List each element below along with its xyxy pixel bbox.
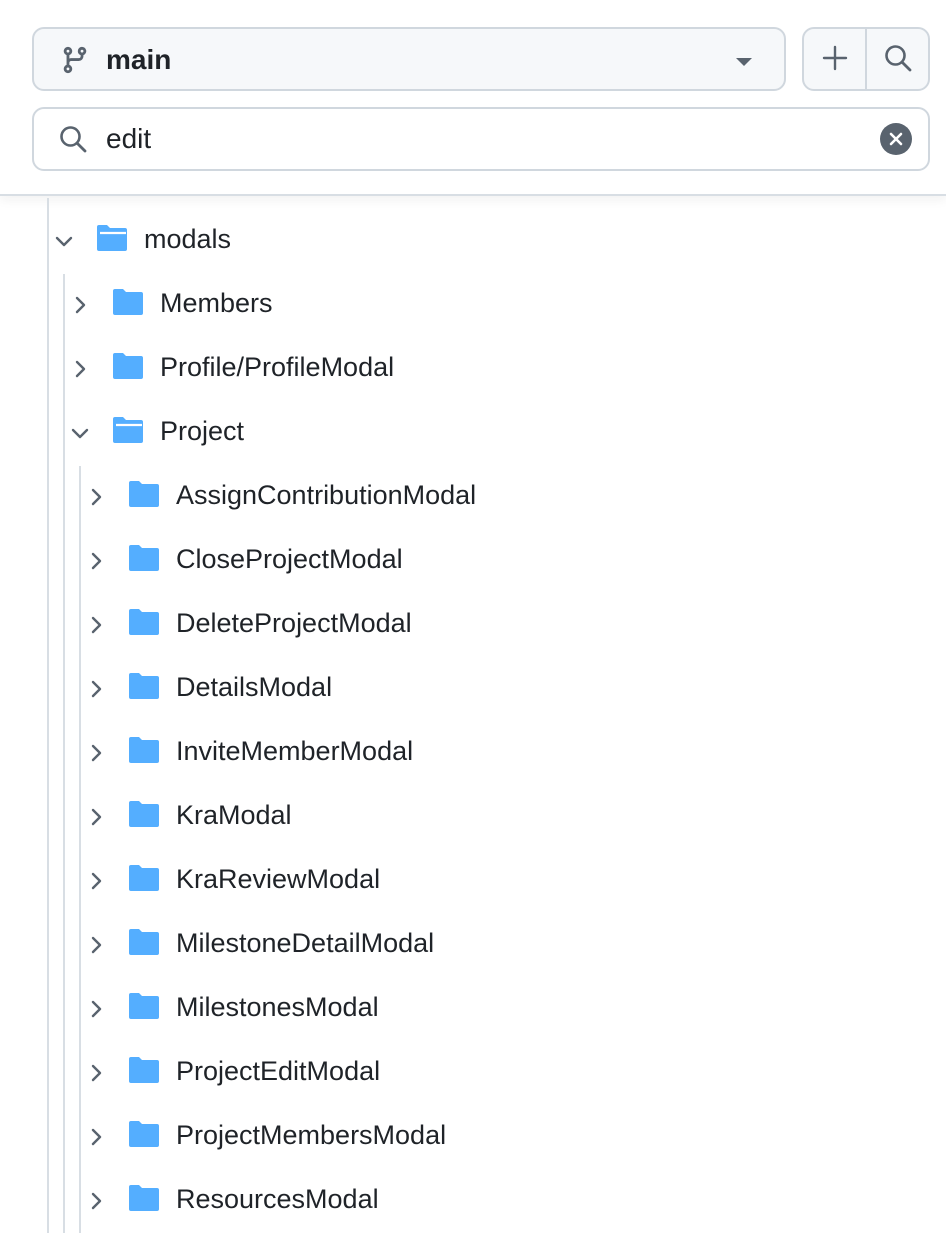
tree-item-resources-modal[interactable]: ResourcesModal [0,1169,946,1233]
tree-item-label: MilestoneDetailModal [176,928,435,958]
chevron-right-icon [91,872,102,890]
folder-open-icon [113,417,143,443]
file-filter-input[interactable] [106,119,866,159]
add-file-button[interactable] [804,29,867,89]
tree-item-assign-contribution-modal[interactable]: AssignContributionModal [0,465,946,529]
folder-icon [129,673,159,699]
tree-item-label: ProjectEditModal [176,1056,381,1086]
tree-item-project[interactable]: Project [0,401,946,465]
search-code-button[interactable] [867,29,928,89]
git-branch-icon [63,46,87,74]
folder-icon [129,545,159,571]
folder-icon [129,865,159,891]
file-filter-field [32,107,930,171]
tree-item-label: ResourcesModal [176,1184,379,1214]
folder-icon [129,1185,159,1211]
chevron-right-icon [91,936,102,954]
chevron-right-icon [91,808,102,826]
tree-item-label: KraReviewModal [176,864,381,894]
chevron-right-icon [91,616,102,634]
tree-item-label: MilestonesModal [176,992,379,1022]
tree-item-label: KraModal [176,800,292,830]
chevron-right-icon [91,1192,102,1210]
tree-actions [802,27,930,91]
folder-icon [129,929,159,955]
chevron-right-icon [91,1064,102,1082]
tree-item-modals[interactable]: modals [0,209,946,273]
chevron-down-icon [71,428,89,439]
tree-item-label: ProjectMembersModal [176,1120,447,1150]
chevron-right-icon [75,360,86,378]
tree-item-milestone-detail-modal[interactable]: MilestoneDetailModal [0,913,946,977]
tree-item-label: InviteMemberModal [176,736,414,766]
folder-icon [129,609,159,635]
plus-icon [822,45,848,71]
tree-item-invite-member-modal[interactable]: InviteMemberModal [0,721,946,785]
chevron-right-icon [91,680,102,698]
chevron-right-icon [75,296,86,314]
folder-icon [113,353,143,379]
folder-open-icon [97,225,127,251]
chevron-right-icon [91,744,102,762]
chevron-right-icon [91,488,102,506]
folder-icon [129,1121,159,1147]
chevron-right-icon [91,1000,102,1018]
file-tree-header: main [0,0,946,196]
search-icon [60,126,87,153]
tree-item-project-members-modal[interactable]: ProjectMembersModal [0,1105,946,1169]
tree-item-members[interactable]: Members [0,273,946,337]
chevron-right-icon [91,1128,102,1146]
tree-item-label: DeleteProjectModal [176,608,412,638]
tree-item-label: Project [160,416,245,446]
tree-item-label: Profile/ProfileModal [160,352,395,382]
tree-item-delete-project-modal[interactable]: DeleteProjectModal [0,593,946,657]
tree-item-milestones-modal[interactable]: MilestonesModal [0,977,946,1041]
tree-item-project-edit-modal[interactable]: ProjectEditModal [0,1041,946,1105]
folder-icon [129,993,159,1019]
chevron-right-icon [91,552,102,570]
tree-item-label: DetailsModal [176,672,333,702]
x-circle-icon [889,132,903,146]
tree-item-kra-modal[interactable]: KraModal [0,785,946,849]
folder-icon [129,737,159,763]
folder-icon [113,289,143,315]
clear-filter-button[interactable] [880,123,912,155]
tree-item-label: modals [144,224,232,254]
tree-item-label: Members [160,288,273,318]
branch-selector-button[interactable]: main [32,27,786,91]
folder-icon [129,481,159,507]
search-icon [885,45,912,72]
folder-icon [129,1057,159,1083]
tree-item-close-project-modal[interactable]: CloseProjectModal [0,529,946,593]
tree-item-profile-profilemodal[interactable]: Profile/ProfileModal [0,337,946,401]
tree-item-details-modal[interactable]: DetailsModal [0,657,946,721]
file-tree: modals Members Profile/ProfileModal Proj… [0,198,946,1233]
tree-item-label: CloseProjectModal [176,544,403,574]
folder-icon [129,801,159,827]
tree-item-kra-review-modal[interactable]: KraReviewModal [0,849,946,913]
tree-item-label: AssignContributionModal [176,480,477,510]
chevron-down-icon [736,58,752,66]
branch-name: main [106,44,172,75]
chevron-down-icon [55,236,73,247]
